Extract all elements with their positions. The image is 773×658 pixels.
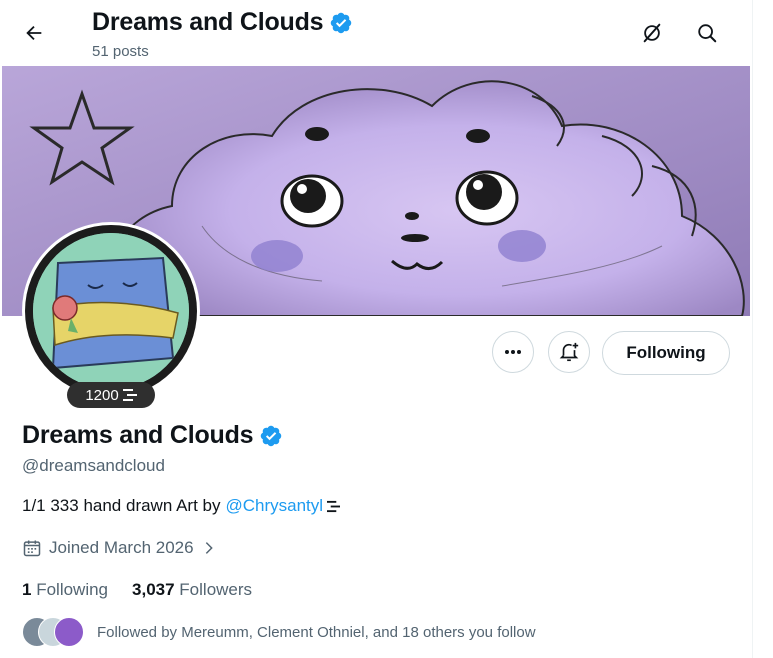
bio-mention-link[interactable]: @Chrysantyl (225, 496, 323, 516)
back-arrow-icon (26, 25, 42, 41)
followed-by-avatars (22, 617, 84, 647)
followers-label: Followers (179, 580, 253, 599)
more-icon (505, 350, 521, 354)
notifications-button[interactable] (548, 331, 590, 373)
calendar-icon (23, 540, 41, 557)
profile-column: Dreams and Clouds 51 posts 1200 Followin… (0, 0, 753, 658)
hamburger-badge-icon (327, 500, 341, 512)
hamburger-badge-icon (122, 389, 137, 401)
search-button[interactable] (689, 15, 725, 51)
header-title-row: Dreams and Clouds (92, 8, 353, 37)
posts-count: 51 posts (92, 43, 149, 60)
avatar (54, 617, 84, 647)
grok-button[interactable] (634, 15, 670, 51)
back-button[interactable] (16, 15, 52, 51)
profile-handle: @dreamsandcloud (22, 456, 165, 475)
header-title: Dreams and Clouds (92, 8, 324, 36)
bio-text: 1/1 333 hand drawn Art by (22, 496, 221, 515)
avatar-badge: 1200 (67, 382, 155, 408)
profile-name-row: Dreams and Clouds (22, 421, 283, 450)
verified-badge-icon[interactable] (259, 424, 283, 448)
followed-by-text: Followed by Mereumm, Clement Othniel, an… (97, 623, 536, 641)
pillow-illustration (33, 233, 189, 389)
followed-by-row[interactable]: Followed by Mereumm, Clement Othniel, an… (22, 617, 536, 647)
following-label: Following (36, 580, 109, 599)
followers-count: 3,037 (132, 580, 175, 599)
following-link[interactable]: 1 Following (22, 580, 108, 600)
grok-icon (643, 23, 661, 43)
avatar-badge-count: 1200 (85, 386, 119, 404)
profile-bio: 1/1 333 hand drawn Art by @Chrysantyl (22, 496, 341, 516)
profile-avatar[interactable] (22, 222, 200, 400)
followers-link[interactable]: 3,037 Followers (132, 580, 252, 600)
chevron-right-icon (205, 542, 213, 554)
verified-badge-icon (331, 12, 352, 33)
top-bar: Dreams and Clouds 51 posts (0, 0, 752, 66)
joined-date[interactable]: Joined March 2026 (22, 538, 217, 558)
joined-label: Joined March 2026 (49, 538, 194, 557)
following-button[interactable]: Following (602, 331, 730, 375)
more-button[interactable] (492, 331, 534, 373)
search-icon (698, 24, 717, 43)
following-count: 1 (22, 580, 32, 599)
notification-bell-icon (559, 342, 579, 362)
avatar-image (33, 233, 189, 389)
profile-name: Dreams and Clouds (22, 421, 254, 449)
follow-stats: 1 Following 3,037 Followers (22, 580, 252, 600)
